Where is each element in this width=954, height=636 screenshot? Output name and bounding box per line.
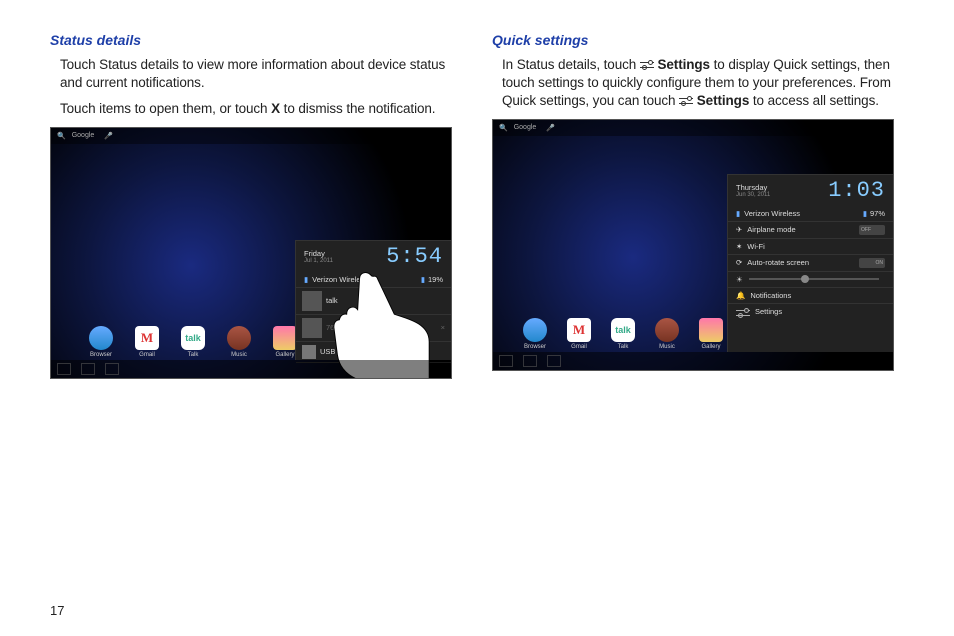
status-details-heading: Status details	[50, 32, 462, 48]
recent-button[interactable]	[105, 363, 119, 375]
para2-text-c: to dismiss the notification.	[280, 101, 435, 116]
qs-settings-bold-2: Settings	[697, 93, 749, 108]
recent-button[interactable]	[547, 355, 561, 367]
airplane-label: Airplane mode	[747, 225, 795, 234]
gallery-icon[interactable]	[273, 326, 297, 350]
page-number: 17	[50, 603, 64, 618]
brightness-icon: ☀	[736, 275, 743, 284]
music-icon[interactable]	[227, 326, 251, 350]
search-icon[interactable]: 🔍	[57, 132, 66, 140]
home-apps-row: Browser Gmail talkTalk Music Gallery	[89, 326, 297, 350]
dismiss-x: X	[271, 101, 280, 116]
wifi-row[interactable]: ✶ Wi-Fi	[728, 239, 893, 255]
home-button[interactable]	[81, 363, 95, 375]
music-label: Music	[659, 344, 675, 350]
browser-icon[interactable]	[523, 318, 547, 342]
settings-icon	[679, 95, 693, 107]
toggle-off-label: OFF	[861, 227, 871, 233]
status-details-screenshot: 🔍 Google 🎤 Browser Gmail talkTalk Music …	[50, 127, 452, 379]
status-details-para2: Touch items to open them, or touch X to …	[60, 100, 462, 118]
qs-text-e: to access all settings.	[749, 93, 879, 108]
toggle-on-label: ON	[876, 260, 884, 266]
quick-settings-heading: Quick settings	[492, 32, 904, 48]
music-label: Music	[231, 352, 247, 358]
browser-label: Browser	[524, 344, 546, 350]
tablet-nav-bar	[493, 352, 893, 370]
gallery-label: Gallery	[275, 352, 294, 358]
airplane-mode-row[interactable]: ✈ Airplane mode OFF	[728, 222, 893, 239]
notif-thumb	[302, 345, 316, 359]
gmail-icon[interactable]	[135, 326, 159, 350]
quick-clock: 1:03	[828, 178, 885, 203]
tablet-nav-bar	[51, 360, 451, 378]
quick-settings-screenshot: 🔍 Google 🎤 Browser Gmail talkTalk Music …	[492, 119, 894, 371]
talk-icon[interactable]: talk	[611, 318, 635, 342]
tablet-top-bar: 🔍 Google 🎤	[51, 128, 451, 144]
gallery-icon[interactable]	[699, 318, 723, 342]
browser-label: Browser	[90, 352, 112, 358]
signal-icon: ▮	[736, 209, 740, 218]
close-icon[interactable]: ×	[441, 323, 445, 332]
settings-label: Settings	[755, 307, 782, 319]
talk-label: Talk	[618, 344, 629, 350]
quick-carrier: Verizon Wireless	[744, 209, 800, 218]
mic-icon[interactable]: 🎤	[104, 132, 113, 140]
brightness-slider[interactable]	[749, 278, 879, 280]
rotate-icon: ⟳	[736, 258, 742, 267]
music-icon[interactable]	[655, 318, 679, 342]
talk-label: Talk	[188, 352, 199, 358]
bell-icon: 🔔	[736, 291, 745, 300]
right-column: Quick settings In Status details, touch …	[492, 32, 904, 379]
notifications-label: Notifications	[750, 291, 791, 300]
tablet-top-bar: 🔍 Google 🎤	[493, 120, 893, 136]
status-clock: 5:54	[386, 244, 443, 269]
notif-thumb	[302, 291, 322, 311]
airplane-icon: ✈	[736, 225, 742, 234]
status-details-para1: Touch Status details to view more inform…	[60, 56, 462, 92]
qs-settings-bold-1: Settings	[658, 57, 710, 72]
talk-icon[interactable]: talk	[181, 326, 205, 350]
mic-icon[interactable]: 🎤	[546, 124, 555, 132]
google-label[interactable]: Google	[514, 124, 537, 131]
status-day: Friday	[304, 249, 333, 258]
battery-icon: ▮	[863, 209, 867, 218]
back-button[interactable]	[57, 363, 71, 375]
signal-icon: ▮	[304, 275, 308, 284]
autorotate-toggle[interactable]: ON	[859, 258, 885, 268]
gmail-label: Gmail	[139, 352, 155, 358]
gmail-icon[interactable]	[567, 318, 591, 342]
left-column: Status details Touch Status details to v…	[50, 32, 462, 379]
qs-text-a: In Status details, touch	[502, 57, 640, 72]
quick-settings-panel[interactable]: Thursday Jun 30, 2011 1:03 ▮ Verizon Wir…	[727, 174, 893, 352]
quick-battery: 97%	[870, 209, 885, 218]
browser-icon[interactable]	[89, 326, 113, 350]
home-apps-row: Browser Gmail talkTalk Music Gallery	[523, 318, 723, 342]
notifications-row[interactable]: 🔔 Notifications	[728, 288, 893, 304]
settings-row[interactable]: Settings	[728, 304, 893, 322]
wifi-label: Wi-Fi	[747, 242, 765, 251]
status-date: Jul 1, 2011	[304, 258, 333, 264]
autorotate-label: Auto-rotate screen	[747, 258, 809, 267]
para2-text-a: Touch items to open them, or touch	[60, 101, 271, 116]
airplane-toggle[interactable]: OFF	[859, 225, 885, 235]
gmail-label: Gmail	[571, 344, 587, 350]
search-icon[interactable]: 🔍	[499, 124, 508, 132]
quick-day: Thursday	[736, 183, 770, 192]
wifi-icon: ✶	[736, 242, 742, 251]
notif-thumb	[302, 318, 322, 338]
settings-icon	[640, 59, 654, 71]
gallery-label: Gallery	[701, 344, 720, 350]
autorotate-row[interactable]: ⟳ Auto-rotate screen ON	[728, 255, 893, 272]
google-label[interactable]: Google	[72, 132, 95, 139]
brightness-row[interactable]: ☀	[728, 272, 893, 288]
home-button[interactable]	[523, 355, 537, 367]
back-button[interactable]	[499, 355, 513, 367]
quick-settings-para1: In Status details, touch Settings to dis…	[502, 56, 904, 111]
settings-icon	[736, 307, 750, 319]
quick-date: Jun 30, 2011	[736, 192, 770, 198]
